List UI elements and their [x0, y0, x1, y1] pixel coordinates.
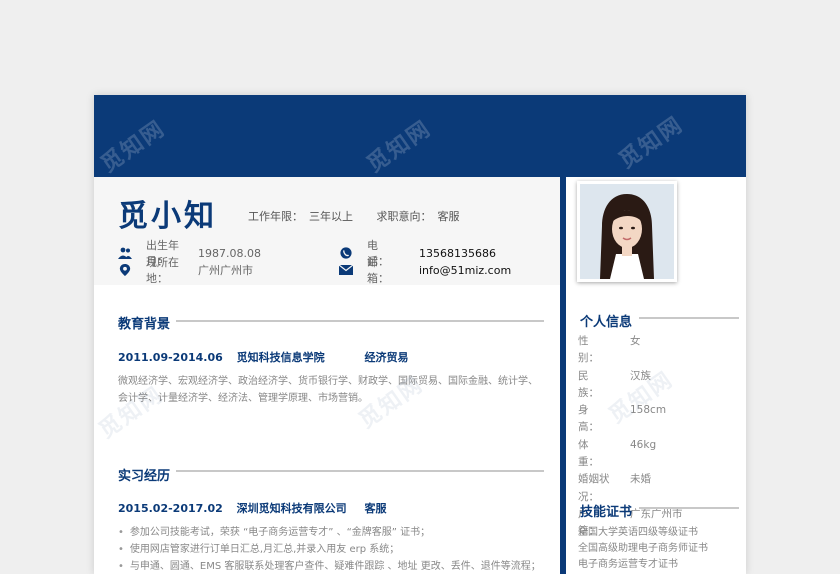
internship-entry: 2015.02-2017.02 深圳觅知科技有限公司 客服: [118, 500, 396, 516]
resume-page: 觅知网 觅知网 觅知网 觅小知 工作年限： 三年以上 求职意向： 客服 出生年月： …: [94, 95, 746, 574]
intent-value: 客服: [437, 210, 460, 223]
profile-header: 觅小知 工作年限： 三年以上 求职意向： 客服 出生年月： 1987.08.08 现…: [94, 177, 560, 285]
personal-info-row: 身 高： 158cm: [578, 404, 667, 434]
courses-line: 微观经济学、宏观经济学、政治经济学、货币银行学、财政学、国际贸易、国际金融、统计…: [118, 376, 538, 387]
education-divider: [176, 320, 544, 322]
work-years-value: 三年以上: [309, 210, 353, 223]
internship-bullets: 参加公司技能考试，荣获 “电子商务运营专才” 、“金牌客服” 证书； 使用网店管…: [118, 524, 548, 574]
work-years-label: 工作年限：: [248, 210, 303, 223]
skills-title: 技能证书: [580, 505, 633, 520]
list-item: 使用网店管家进行订单日汇总,月汇总,并录入用友 erp 系统；: [118, 541, 548, 558]
watermark: 觅知网: [614, 112, 689, 174]
profile-summary: 工作年限： 三年以上 求职意向： 客服: [248, 208, 466, 224]
mail-icon: [339, 264, 353, 275]
list-item: 与申通、圆通、EMS 客服联系处理客户查件、疑难件跟踪 、地址 更改、丢件、退件…: [118, 558, 548, 574]
location-row: 现所在地： 广州广州市: [118, 254, 253, 286]
courses-line: 会计学、计量经济学、经济法、管理学原理、市场营销。: [118, 393, 368, 404]
location-value: 广州广州市: [198, 264, 253, 277]
list-item: 全国高级助理电子商务师证书: [578, 543, 708, 554]
education-entry: 2011.09-2014.06 觅知科技信息学院 经济贸易: [118, 349, 418, 365]
personal-info-row: 民 族： 汉族: [578, 369, 651, 399]
location-label: 现所在地：: [146, 256, 179, 285]
watermark: 觅知网: [96, 116, 171, 178]
education-major: 经济贸易: [364, 351, 409, 364]
education-courses: 微观经济学、宏观经济学、政治经济学、货币银行学、财政学、国际贸易、国际金融、统计…: [118, 373, 538, 407]
personal-info-title: 个人信息: [580, 315, 633, 330]
internship-company: 深圳觅知科技有限公司: [236, 502, 347, 515]
profile-photo: [577, 181, 677, 282]
watermark: 觅知网: [362, 116, 437, 178]
personal-info-row: 性 别：女: [578, 335, 641, 365]
internship-period: 2015.02-2017.02: [118, 502, 223, 515]
intent-label: 求职意向：: [376, 210, 432, 223]
education-title: 教育背景: [118, 317, 171, 332]
education-school: 觅知科技信息学院: [236, 351, 325, 364]
personal-info-row: 体 重： 46kg: [578, 438, 657, 469]
column-divider: [560, 177, 566, 574]
personal-info-divider: [639, 317, 739, 319]
internship-role: 客服: [364, 502, 387, 515]
header-banner: 觅知网 觅知网 觅知网: [94, 95, 746, 178]
email-row: 邮 箱： info@51miz.com: [339, 254, 511, 286]
email-label: 邮 箱：: [367, 256, 400, 285]
internship-divider: [176, 470, 544, 472]
candidate-name: 觅小知: [118, 199, 217, 234]
education-period: 2011.09-2014.06: [118, 351, 223, 364]
list-item: 参加公司技能考试，荣获 “电子商务运营专才” 、“金牌客服” 证书；: [118, 524, 548, 541]
list-item: 全国大学英语四级等级证书: [578, 527, 698, 538]
location-pin-icon: [119, 264, 131, 276]
skills-divider: [639, 507, 739, 509]
email-value: info@51miz.com: [419, 263, 512, 277]
list-item: 电子商务运营专才证书: [578, 559, 678, 570]
skills-list: 全国大学英语四级等级证书 全国高级助理电子商务师证书 电子商务运营专才证书: [578, 525, 708, 573]
portrait-image: [580, 184, 674, 279]
internship-title: 实习经历: [118, 469, 171, 484]
